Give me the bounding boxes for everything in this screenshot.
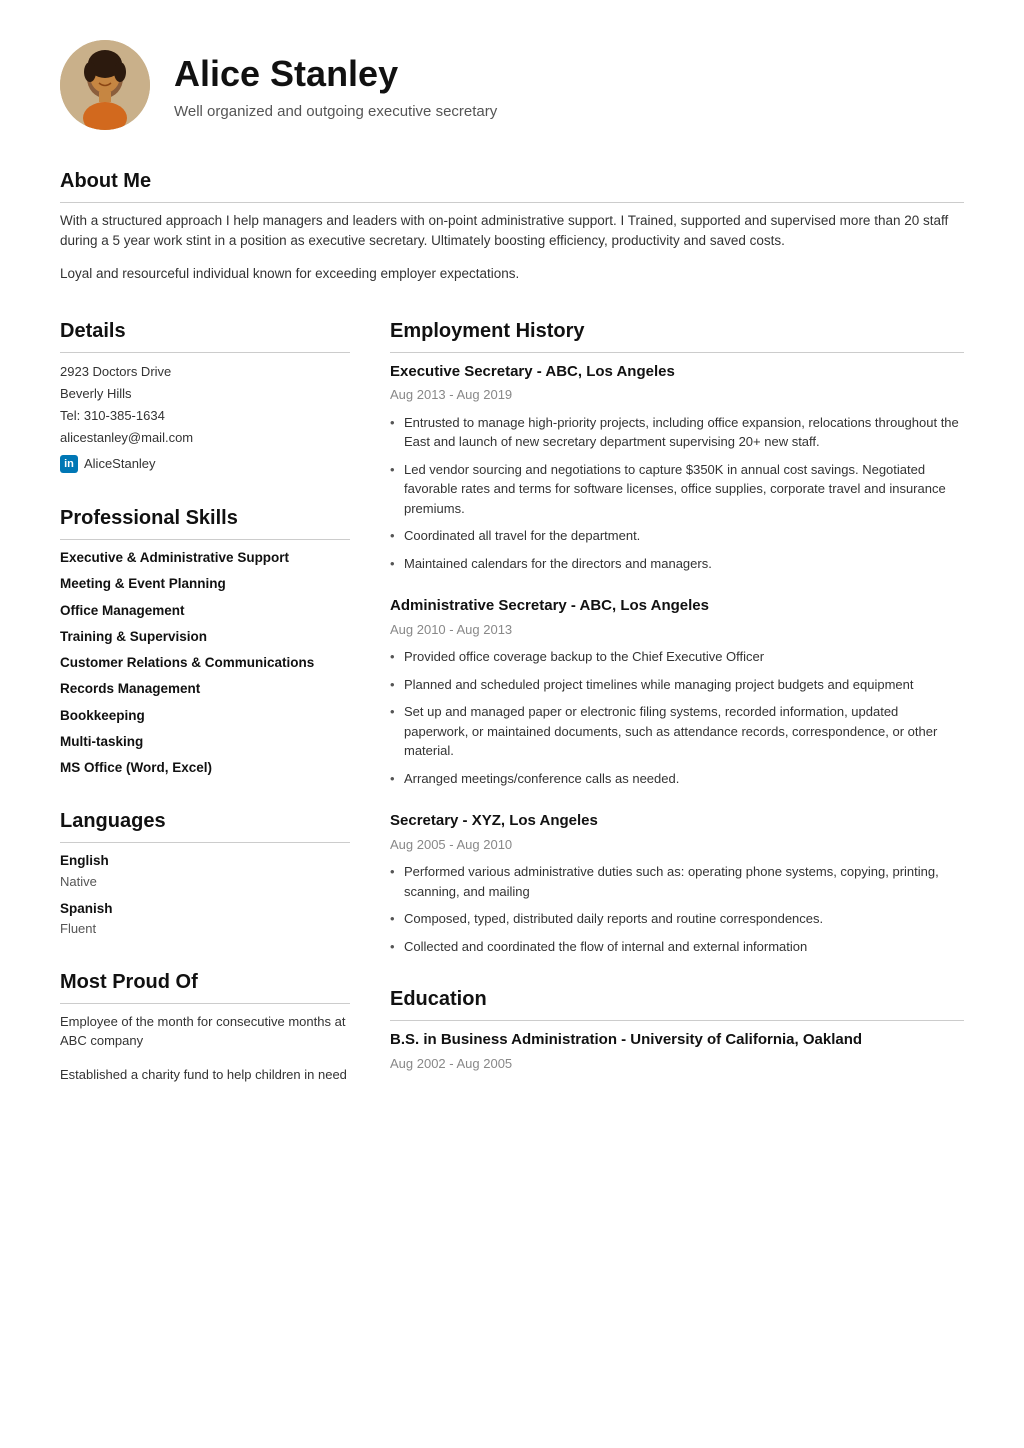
skill-item-1: Meeting & Event Planning bbox=[60, 574, 350, 594]
job-dates-2: Aug 2005 - Aug 2010 bbox=[390, 835, 964, 855]
edu-degree-0: B.S. in Business Administration - Univer… bbox=[390, 1029, 964, 1052]
skills-section: Professional Skills Executive & Administ… bbox=[60, 503, 350, 778]
job-dates-0: Aug 2013 - Aug 2019 bbox=[390, 385, 964, 405]
lang-level-1: Fluent bbox=[60, 919, 350, 939]
education-title: Education bbox=[390, 984, 964, 1021]
skill-item-4: Customer Relations & Communications bbox=[60, 653, 350, 673]
job-title-1: Administrative Secretary - ABC, Los Ange… bbox=[390, 595, 964, 618]
about-paragraph-2: Loyal and resourceful individual known f… bbox=[60, 264, 964, 284]
job-bullet-2-1: Composed, typed, distributed daily repor… bbox=[390, 909, 964, 929]
employment-section: Employment History Executive Secretary -… bbox=[390, 316, 964, 957]
two-column-layout: Details 2923 Doctors Drive Beverly Hills… bbox=[60, 316, 964, 1099]
job-bullet-0-3: Maintained calendars for the directors a… bbox=[390, 554, 964, 574]
header-text: Alice Stanley Well organized and outgoin… bbox=[174, 47, 497, 124]
details-title: Details bbox=[60, 316, 350, 353]
job-bullets-0: Entrusted to manage high-priority projec… bbox=[390, 413, 964, 574]
linkedin-row: in AliceStanley bbox=[60, 453, 350, 475]
resume-header: Alice Stanley Well organized and outgoin… bbox=[60, 40, 964, 130]
lang-level-0: Native bbox=[60, 872, 350, 892]
address-line2: Beverly Hills bbox=[60, 383, 350, 405]
proud-item-1: Established a charity fund to help child… bbox=[60, 1065, 350, 1085]
language-item-0: English Native bbox=[60, 851, 350, 891]
about-paragraph-1: With a structured approach I help manage… bbox=[60, 211, 964, 252]
job-0: Executive Secretary - ABC, Los Angeles A… bbox=[390, 361, 964, 574]
lang-name-0: English bbox=[60, 851, 350, 871]
skill-item-5: Records Management bbox=[60, 679, 350, 699]
job-bullet-1-3: Arranged meetings/conference calls as ne… bbox=[390, 769, 964, 789]
job-bullet-2-0: Performed various administrative duties … bbox=[390, 862, 964, 901]
address-line1: 2923 Doctors Drive bbox=[60, 361, 350, 383]
job-bullet-1-1: Planned and scheduled project timelines … bbox=[390, 675, 964, 695]
linkedin-handle: AliceStanley bbox=[84, 453, 156, 475]
job-bullets-1: Provided office coverage backup to the C… bbox=[390, 647, 964, 788]
avatar bbox=[60, 40, 150, 130]
about-title: About Me bbox=[60, 166, 964, 203]
about-section: About Me With a structured approach I he… bbox=[60, 166, 964, 284]
job-bullet-2-2: Collected and coordinated the flow of in… bbox=[390, 937, 964, 957]
job-1: Administrative Secretary - ABC, Los Ange… bbox=[390, 595, 964, 788]
skill-item-8: MS Office (Word, Excel) bbox=[60, 758, 350, 778]
linkedin-icon: in bbox=[60, 455, 78, 473]
tel: Tel: 310-385-1634 bbox=[60, 405, 350, 427]
job-bullet-0-0: Entrusted to manage high-priority projec… bbox=[390, 413, 964, 452]
job-2: Secretary - XYZ, Los Angeles Aug 2005 - … bbox=[390, 810, 964, 956]
edu-item-0: B.S. in Business Administration - Univer… bbox=[390, 1029, 964, 1073]
candidate-name: Alice Stanley bbox=[174, 47, 497, 101]
right-column: Employment History Executive Secretary -… bbox=[390, 316, 964, 1099]
proud-section: Most Proud Of Employee of the month for … bbox=[60, 967, 350, 1085]
language-item-1: Spanish Fluent bbox=[60, 899, 350, 939]
job-title-2: Secretary - XYZ, Los Angeles bbox=[390, 810, 964, 833]
skill-item-3: Training & Supervision bbox=[60, 627, 350, 647]
skill-item-2: Office Management bbox=[60, 601, 350, 621]
job-bullets-2: Performed various administrative duties … bbox=[390, 862, 964, 956]
details-section: Details 2923 Doctors Drive Beverly Hills… bbox=[60, 316, 350, 475]
candidate-tagline: Well organized and outgoing executive se… bbox=[174, 101, 497, 124]
job-dates-1: Aug 2010 - Aug 2013 bbox=[390, 620, 964, 640]
job-bullet-1-0: Provided office coverage backup to the C… bbox=[390, 647, 964, 667]
proud-title: Most Proud Of bbox=[60, 967, 350, 1004]
lang-name-1: Spanish bbox=[60, 899, 350, 919]
languages-section: Languages English Native Spanish Fluent bbox=[60, 806, 350, 939]
job-bullet-0-1: Led vendor sourcing and negotiations to … bbox=[390, 460, 964, 519]
job-title-0: Executive Secretary - ABC, Los Angeles bbox=[390, 361, 964, 384]
skill-item-6: Bookkeeping bbox=[60, 706, 350, 726]
proud-item-0: Employee of the month for consecutive mo… bbox=[60, 1012, 350, 1051]
email: alicestanley@mail.com bbox=[60, 427, 350, 449]
edu-dates-0: Aug 2002 - Aug 2005 bbox=[390, 1054, 964, 1074]
skill-item-0: Executive & Administrative Support bbox=[60, 548, 350, 568]
job-bullet-0-2: Coordinated all travel for the departmen… bbox=[390, 526, 964, 546]
skill-item-7: Multi-tasking bbox=[60, 732, 350, 752]
left-column: Details 2923 Doctors Drive Beverly Hills… bbox=[60, 316, 350, 1099]
employment-title: Employment History bbox=[390, 316, 964, 353]
languages-title: Languages bbox=[60, 806, 350, 843]
job-bullet-1-2: Set up and managed paper or electronic f… bbox=[390, 702, 964, 761]
details-content: 2923 Doctors Drive Beverly Hills Tel: 31… bbox=[60, 361, 350, 475]
education-section: Education B.S. in Business Administratio… bbox=[390, 984, 964, 1073]
skills-title: Professional Skills bbox=[60, 503, 350, 540]
